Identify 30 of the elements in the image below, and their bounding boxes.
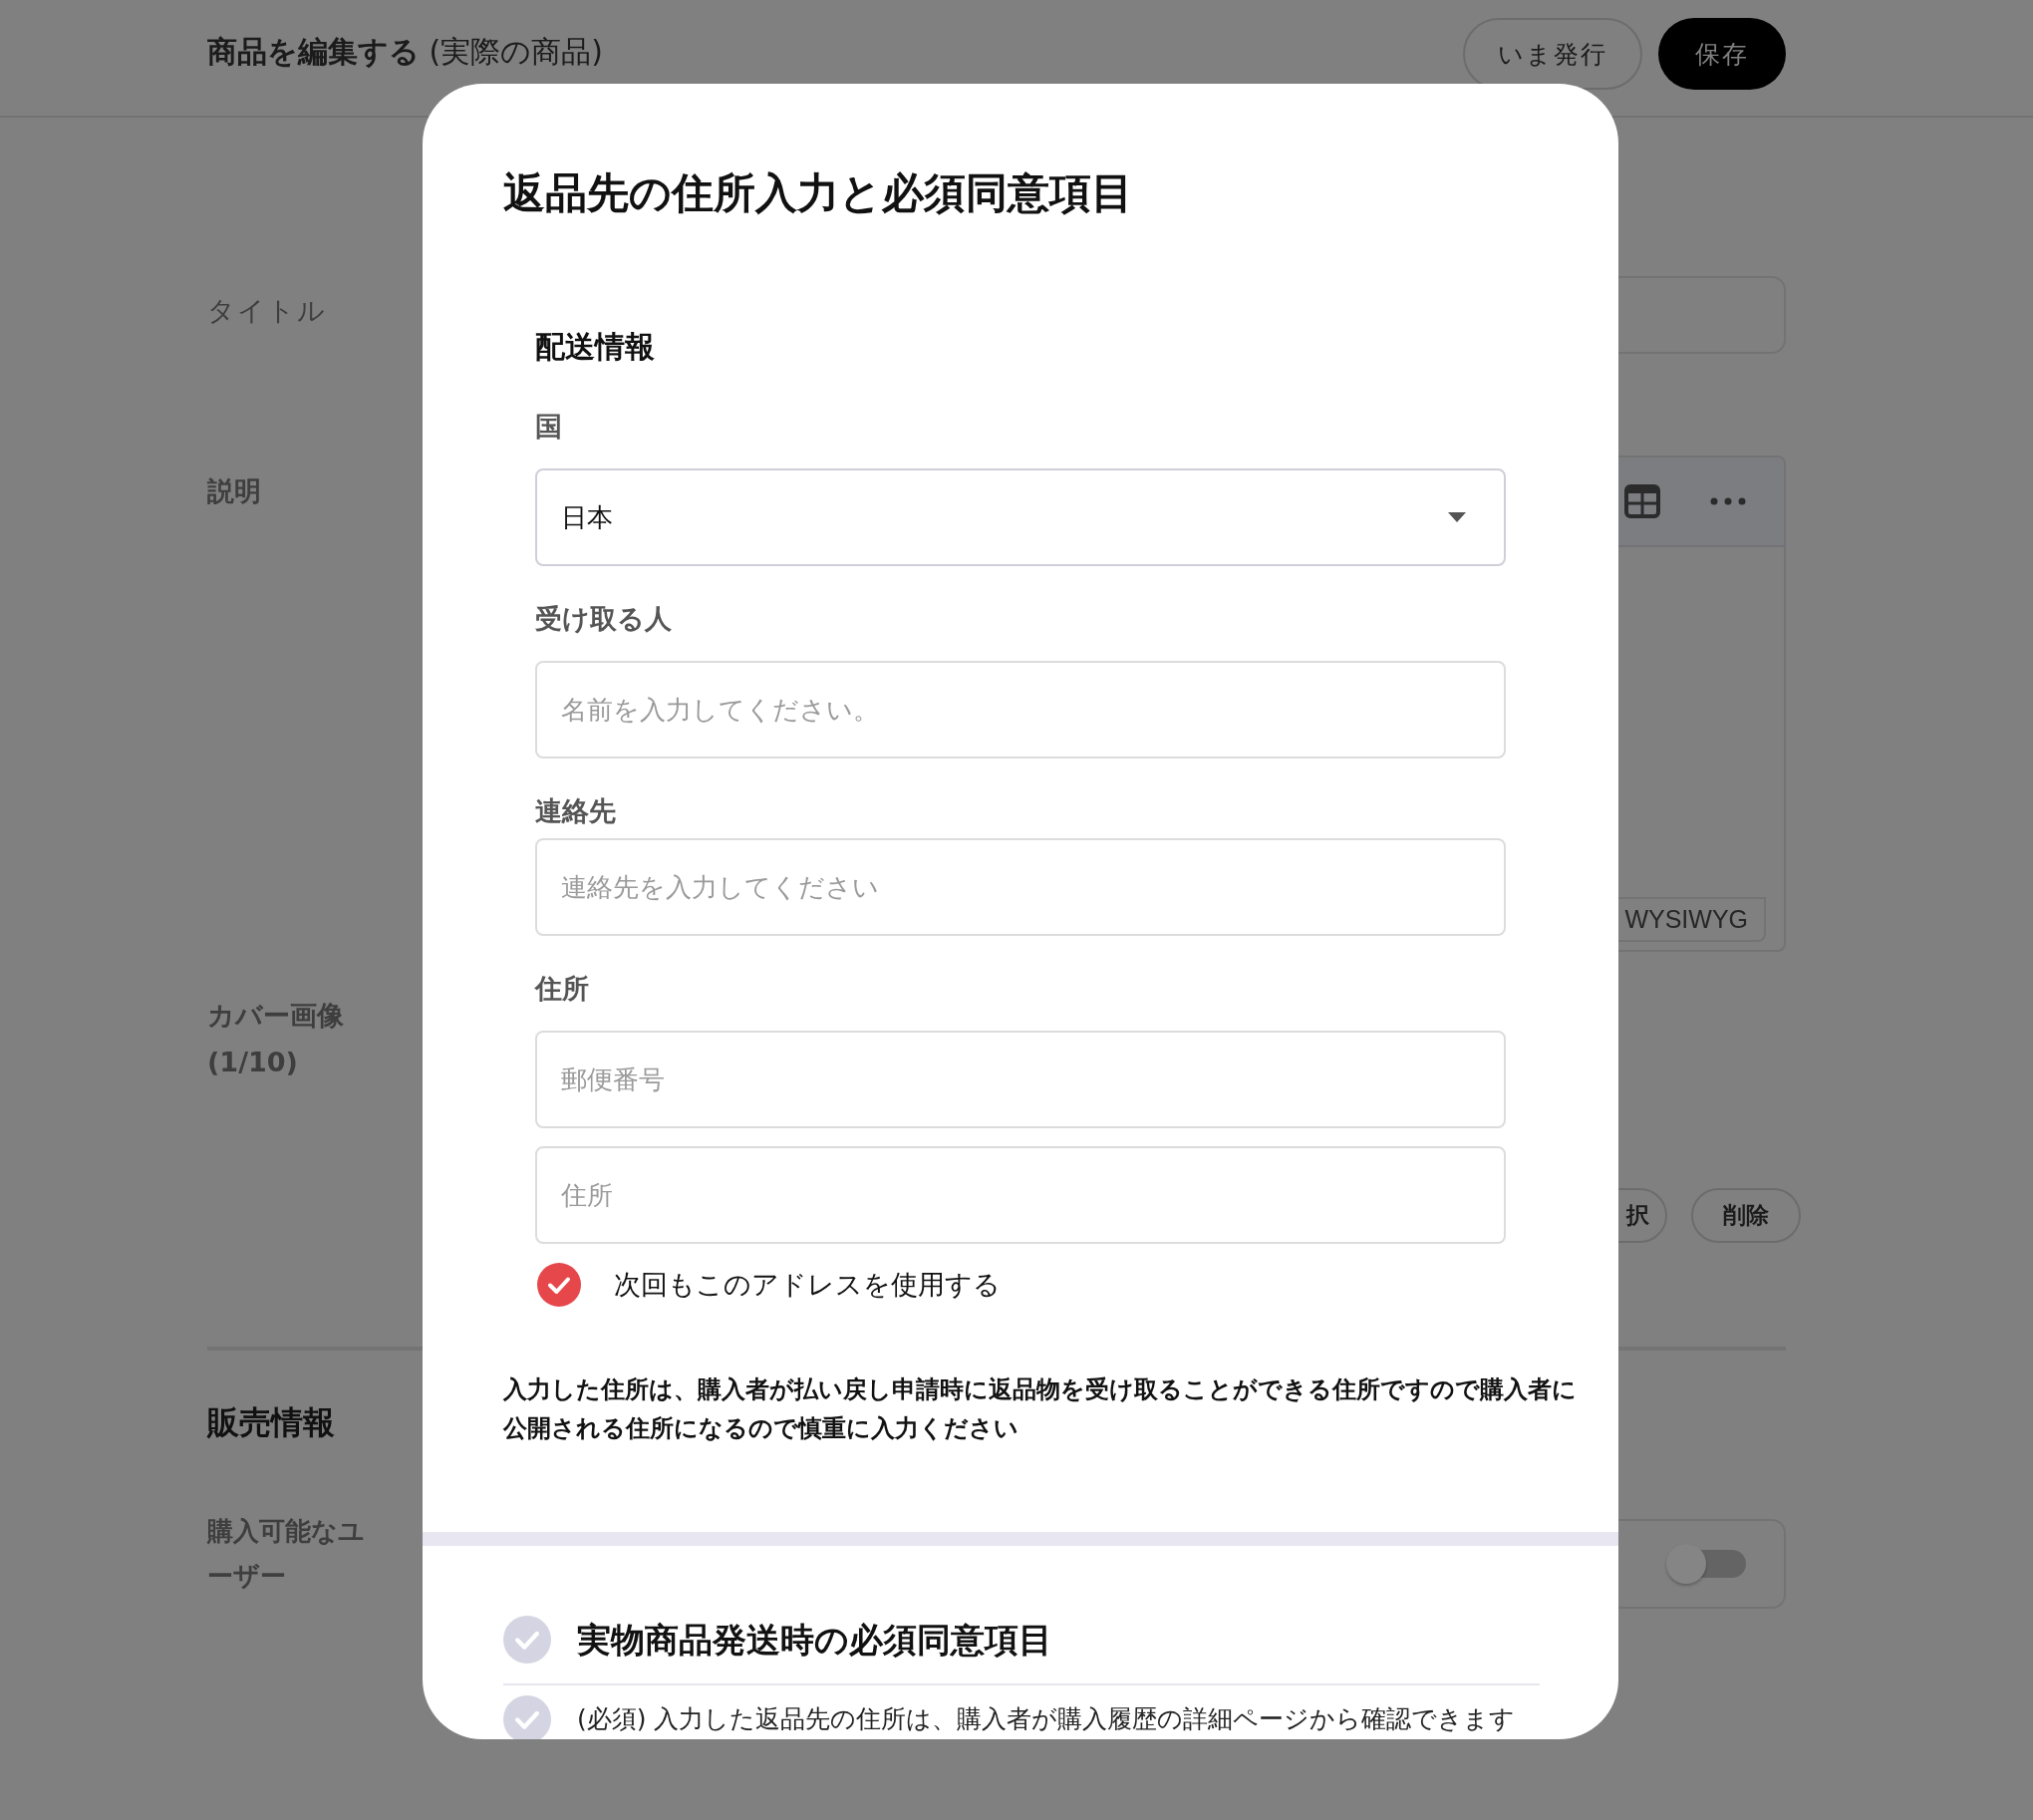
delete-button[interactable]: 削除 [1691,1188,1801,1243]
field-label: 国 [535,410,563,444]
dialog-title: 返品先の住所入力と必須同意項目 [503,168,1134,218]
checkbox[interactable] [503,1695,551,1739]
field-label: 連絡先 [535,794,617,828]
postal-code-field[interactable]: 郵便番号 [535,1031,1506,1128]
more-icon[interactable] [1710,497,1746,505]
address-field[interactable]: 住所 [535,1146,1506,1244]
field-label: 住所 [535,972,590,1006]
field-label: 購入可能なユーザー [207,1515,366,1593]
caret-icon [1448,512,1466,522]
agreement-text: (必須) 入力した返品先の住所は、購入者が購入履歴の詳細ページから確認できます [577,1703,1516,1735]
field-label: カバー画像 (1/10) [207,999,344,1079]
table-icon[interactable] [1624,484,1660,518]
country-dropdown[interactable]: 日本 [535,468,1506,566]
field-label: 受け取る人 [535,602,673,636]
page-title: 商品を編集する (実際の商品) [207,32,603,71]
toggle-switch[interactable] [1664,1542,1748,1586]
save-button[interactable]: 保存 [1658,18,1786,90]
section-heading: 配送情報 [535,328,656,366]
contact-field[interactable]: 連絡先を入力してください [535,838,1506,936]
checkbox[interactable] [503,1616,551,1664]
field-label: タイトル [207,294,327,328]
name-field[interactable]: 名前を入力してください。 [535,661,1506,758]
section-heading: 実物商品発送時の必須同意項目 [577,1619,1052,1662]
field-label: 説明 [207,474,261,508]
checkbox-label: 次回もこのアドレスを使用する [614,1268,1001,1302]
notice-text: 入力した住所は、購入者が払い戻し申請時に返品物を受け取ることができる住所ですので購入者に公開される住所になるので慎重に入力ください [503,1374,1578,1444]
checkbox[interactable] [537,1263,581,1307]
section-heading: 販売情報 [207,1402,335,1443]
